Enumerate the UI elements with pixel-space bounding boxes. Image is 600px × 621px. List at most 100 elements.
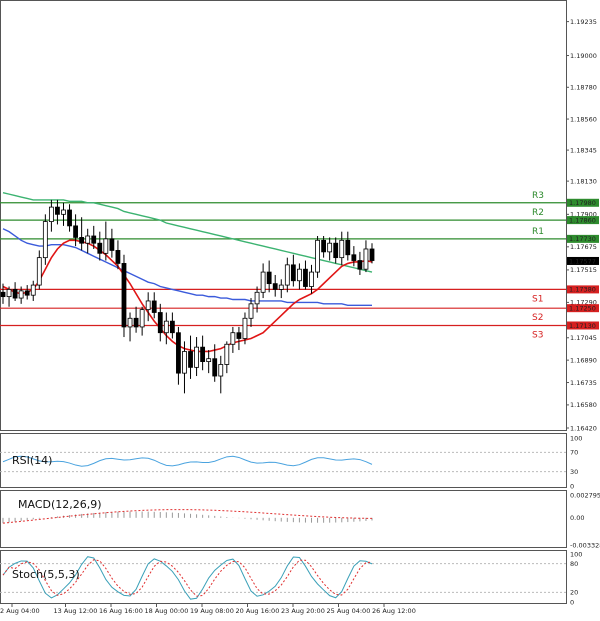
candle-body: [73, 225, 78, 238]
price-tick-label: 1.18780: [570, 84, 597, 92]
time-axis: 2 Aug 04:00 13 Aug 12:00 16 Aug 16:00 18 Au…: [0, 604, 416, 615]
current-price-label: 1.17577: [569, 257, 596, 265]
candle-body: [103, 238, 109, 254]
candle-body: [67, 209, 72, 227]
price-axis: 1.19235 1.19000 1.18780 1.18560 1.18345 1.181…: [566, 18, 597, 432]
candle-body: [163, 320, 169, 334]
candle-body: [224, 343, 230, 365]
time-tick-label: 19 Aug 08:00: [190, 607, 234, 615]
candle-body: [139, 309, 145, 328]
candle-body: [309, 271, 314, 287]
candle-body: [55, 206, 60, 215]
price-tick-label: 1.17675: [570, 243, 597, 251]
price-tick-label: 1.16890: [570, 356, 597, 364]
candle-body: [169, 320, 175, 334]
candle-body: [290, 264, 296, 282]
stoch-tick-label: 0: [570, 598, 574, 606]
candle-body: [230, 332, 236, 345]
candle-body: [297, 268, 302, 282]
rsi-tick-label: 70: [570, 449, 578, 457]
rsi-tick-label: 30: [570, 468, 578, 476]
candle-body: [0, 291, 6, 298]
rsi-tick-label: 0: [570, 482, 574, 490]
time-tick-label: 26 Aug 12:00: [372, 607, 416, 615]
stoch-tick-label: 100: [570, 550, 582, 558]
level-value-r1: 1.17730: [569, 235, 596, 243]
candle-body: [315, 239, 320, 273]
candle-body: [188, 351, 193, 368]
candle-body: [321, 239, 327, 253]
candle-body: [327, 242, 333, 253]
candle-body: [333, 242, 339, 259]
candle-body: [236, 332, 242, 339]
candle-body: [97, 242, 103, 254]
candle-body: [18, 290, 24, 299]
macd-label: MACD(12,26,9): [18, 498, 102, 511]
price-pane: [0, 0, 567, 431]
candle-body: [36, 257, 42, 286]
level-value-r2: 1.17860: [569, 216, 596, 224]
candle-body: [12, 289, 18, 299]
candle-body: [369, 248, 375, 261]
price-tick-label: 1.16735: [570, 379, 597, 387]
candle-body: [200, 346, 206, 362]
candle-body: [6, 289, 12, 298]
candle-body: [218, 364, 224, 377]
candle-body: [145, 300, 151, 311]
price-tick-label: 1.16420: [570, 424, 597, 432]
price-tick-label: 1.16580: [570, 401, 597, 409]
level-value-r3: 1.17980: [569, 199, 596, 207]
candle-body: [266, 271, 272, 285]
price-tick-label: 1.18345: [570, 146, 597, 154]
time-tick-label: 2 Aug 04:00: [0, 607, 40, 615]
stoch-tick-label: 20: [570, 589, 578, 597]
candle-body: [351, 254, 357, 261]
candle-body: [206, 358, 212, 362]
candle-body: [157, 312, 163, 334]
candle-body: [345, 239, 351, 256]
candle-body: [272, 283, 278, 290]
price-tick-label: 1.18130: [570, 177, 597, 185]
candle-body: [182, 351, 187, 374]
price-tick-label: 1.19000: [570, 52, 597, 60]
candle-body: [109, 238, 115, 251]
candle-body: [151, 300, 157, 313]
price-tick-label: 1.19235: [570, 18, 597, 26]
candle-body: [121, 263, 127, 328]
price-tick-label: 1.17515: [570, 266, 597, 274]
candle-body: [133, 317, 139, 328]
candle-body: [254, 291, 260, 305]
time-tick-label: 23 Aug 20:00: [281, 607, 325, 615]
candle-body: [85, 235, 91, 244]
stoch-pane: [0, 550, 567, 604]
price-tick-label: 1.18560: [570, 115, 597, 123]
rsi-pane: [0, 433, 567, 488]
macd-tick-label: -0.003328: [570, 541, 600, 549]
time-tick-label: 13 Aug 12:00: [54, 607, 98, 615]
candle-body: [48, 206, 54, 222]
candle-body: [339, 239, 345, 259]
stoch-tick-label: 80: [570, 560, 578, 568]
rsi-label: RSI(14): [12, 454, 52, 467]
level-value-s2: 1.17250: [569, 304, 596, 312]
level-value-s1: 1.17380: [569, 286, 596, 294]
level-name-s2: S2: [532, 313, 543, 323]
time-tick-label: 18 Aug 00:00: [145, 607, 189, 615]
time-tick-label: 16 Aug 16:00: [99, 607, 143, 615]
candle-body: [61, 209, 66, 215]
candle-body: [176, 332, 181, 374]
candle-body: [212, 358, 218, 377]
candle-body: [363, 248, 369, 270]
level-name-r1: R1: [532, 227, 544, 237]
stoch-label: Stoch(5,5,3): [12, 568, 80, 581]
candle-body: [278, 284, 284, 290]
candle-body: [303, 268, 308, 287]
candle-body: [260, 271, 266, 293]
candle-body: [91, 235, 97, 244]
candle-body: [284, 264, 290, 286]
time-tick-label: 25 Aug 04:00: [327, 607, 371, 615]
macd-tick-label: 0.002795: [570, 491, 600, 499]
candle-body: [24, 290, 30, 296]
macd-tick-label: 0.00: [570, 514, 584, 522]
price-tick-label: 1.17045: [570, 334, 597, 342]
